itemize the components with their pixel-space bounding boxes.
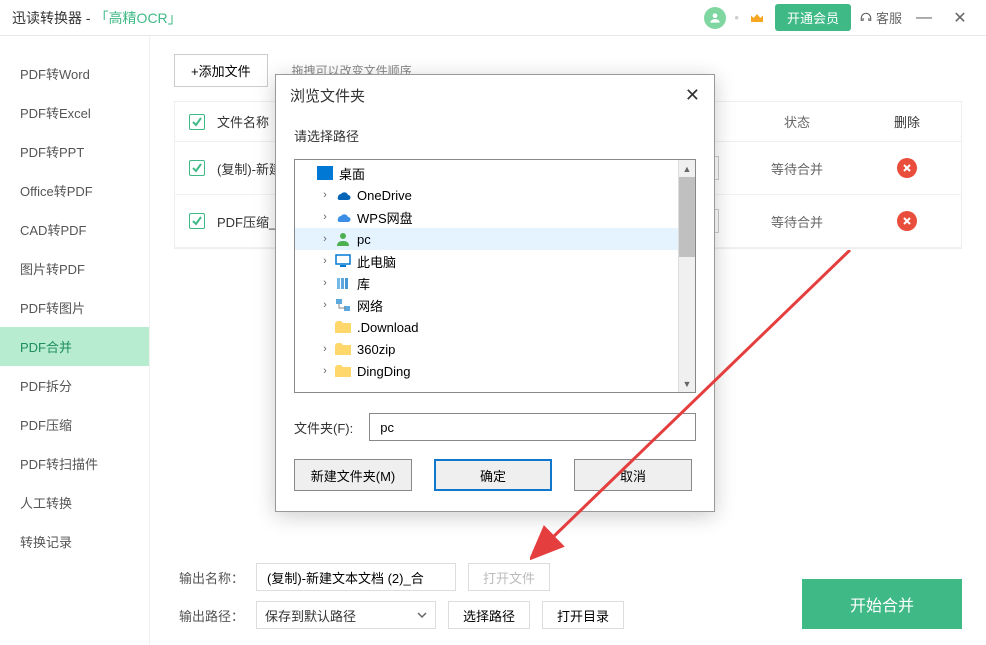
- folder-field-label: 文件夹(F):: [294, 418, 353, 437]
- expand-icon[interactable]: ›: [317, 211, 333, 223]
- folder-browse-dialog: 浏览文件夹 ✕ 请选择路径 桌面›OneDrive›WPS网盘›pc›此电脑›库…: [275, 74, 715, 512]
- sidebar-item-3[interactable]: Office转PDF: [0, 171, 149, 210]
- ocr-tag: 「高精OCR」: [95, 8, 182, 28]
- header-status: 状态: [727, 112, 867, 131]
- sidebar-item-11[interactable]: 人工转换: [0, 483, 149, 522]
- add-file-button[interactable]: +添加文件: [174, 54, 268, 87]
- select-all-checkbox[interactable]: [189, 114, 205, 130]
- expand-icon[interactable]: ›: [317, 277, 333, 289]
- output-path-value: 保存到默认路径: [265, 606, 356, 625]
- sidebar-item-5[interactable]: 图片转PDF: [0, 249, 149, 288]
- tree-label: 桌面: [339, 164, 365, 183]
- pc-icon: [333, 253, 353, 269]
- sidebar-item-1[interactable]: PDF转Excel: [0, 93, 149, 132]
- delete-button[interactable]: [897, 211, 917, 231]
- new-folder-button[interactable]: 新建文件夹(M): [294, 459, 412, 491]
- kefu-link[interactable]: 客服: [859, 8, 902, 27]
- sidebar-item-10[interactable]: PDF转扫描件: [0, 444, 149, 483]
- folder-tree: 桌面›OneDrive›WPS网盘›pc›此电脑›库›网络.Download›3…: [294, 159, 696, 393]
- tree-label: 360zip: [357, 342, 395, 357]
- output-path-select[interactable]: 保存到默认路径: [256, 601, 436, 629]
- tree-label: 网络: [357, 296, 383, 315]
- folder-icon: [333, 319, 353, 335]
- net-icon: [333, 297, 353, 313]
- scroll-thumb[interactable]: [679, 177, 695, 257]
- folder-name-input[interactable]: [369, 413, 696, 441]
- tree-item[interactable]: › 360zip: [295, 338, 695, 360]
- tree-label: OneDrive: [357, 188, 412, 203]
- onedrive-icon: [333, 187, 353, 203]
- file-status: 等待合并: [727, 212, 867, 231]
- tree-item[interactable]: › 此电脑: [295, 250, 695, 272]
- tree-label: 此电脑: [357, 252, 396, 271]
- start-merge-button[interactable]: 开始合并: [802, 579, 962, 629]
- tree-item[interactable]: › 网络: [295, 294, 695, 316]
- sidebar-item-7[interactable]: PDF合并: [0, 327, 149, 366]
- expand-icon[interactable]: ›: [317, 255, 333, 267]
- vip-button[interactable]: 开通会员: [775, 4, 851, 31]
- tree-item[interactable]: › DingDing: [295, 360, 695, 382]
- titlebar: 迅读转换器 - 「高精OCR」 • 开通会员 客服 — ✕: [0, 0, 986, 36]
- sidebar-item-9[interactable]: PDF压缩: [0, 405, 149, 444]
- lib-icon: [333, 275, 353, 291]
- sidebar-item-4[interactable]: CAD转PDF: [0, 210, 149, 249]
- expand-icon[interactable]: ›: [317, 299, 333, 311]
- tree-item[interactable]: › WPS网盘: [295, 206, 695, 228]
- dialog-title: 浏览文件夹: [290, 85, 365, 106]
- tree-item[interactable]: › OneDrive: [295, 184, 695, 206]
- sidebar-item-2[interactable]: PDF转PPT: [0, 132, 149, 171]
- tree-label: DingDing: [357, 364, 410, 379]
- output-name-label: 输出名称：: [174, 568, 244, 587]
- cancel-button[interactable]: 取消: [574, 459, 692, 491]
- tree-item[interactable]: 桌面: [295, 162, 695, 184]
- sidebar-item-12[interactable]: 转换记录: [0, 522, 149, 561]
- sidebar-item-8[interactable]: PDF拆分: [0, 366, 149, 405]
- kefu-label: 客服: [876, 8, 902, 27]
- output-path-label: 输出路径：: [174, 606, 244, 625]
- folder-icon: [333, 363, 353, 379]
- sidebar: PDF转WordPDF转ExcelPDF转PPTOffice转PDFCAD转PD…: [0, 36, 150, 645]
- expand-icon[interactable]: ›: [317, 189, 333, 201]
- scroll-up-button[interactable]: ▲: [679, 160, 695, 177]
- minimize-button[interactable]: —: [910, 4, 938, 32]
- folder-icon: [333, 341, 353, 357]
- row-checkbox[interactable]: [189, 160, 205, 176]
- header-delete: 删除: [867, 112, 947, 131]
- open-dir-button[interactable]: 打开目录: [542, 601, 624, 629]
- chevron-down-icon: [417, 610, 427, 620]
- tree-label: WPS网盘: [357, 208, 413, 227]
- tree-item[interactable]: .Download: [295, 316, 695, 338]
- tree-item[interactable]: › pc: [295, 228, 695, 250]
- app-title: 迅读转换器 -: [12, 8, 91, 28]
- expand-icon[interactable]: ›: [317, 233, 333, 245]
- user-icon: [333, 231, 353, 247]
- sidebar-item-6[interactable]: PDF转图片: [0, 288, 149, 327]
- tree-item[interactable]: ›库: [295, 272, 695, 294]
- output-name-input[interactable]: [256, 563, 456, 591]
- file-status: 等待合并: [727, 159, 867, 178]
- desktop-icon: [315, 165, 335, 181]
- dot: •: [734, 10, 739, 25]
- tree-label: .Download: [357, 320, 418, 335]
- tree-label: 库: [357, 274, 370, 293]
- crown-icon[interactable]: [747, 8, 767, 28]
- dialog-close-button[interactable]: ✕: [685, 85, 700, 106]
- tree-label: pc: [357, 232, 371, 247]
- scroll-down-button[interactable]: ▼: [679, 375, 695, 392]
- delete-button[interactable]: [897, 158, 917, 178]
- ok-button[interactable]: 确定: [434, 459, 552, 491]
- close-button[interactable]: ✕: [946, 4, 974, 32]
- expand-icon[interactable]: ›: [317, 365, 333, 377]
- open-file-button[interactable]: 打开文件: [468, 563, 550, 591]
- dialog-hint: 请选择路径: [276, 116, 714, 159]
- scrollbar[interactable]: ▲ ▼: [678, 160, 695, 392]
- wps-icon: [333, 209, 353, 225]
- sidebar-item-0[interactable]: PDF转Word: [0, 54, 149, 93]
- row-checkbox[interactable]: [189, 213, 205, 229]
- avatar-icon[interactable]: [704, 7, 726, 29]
- expand-icon[interactable]: ›: [317, 343, 333, 355]
- choose-path-button[interactable]: 选择路径: [448, 601, 530, 629]
